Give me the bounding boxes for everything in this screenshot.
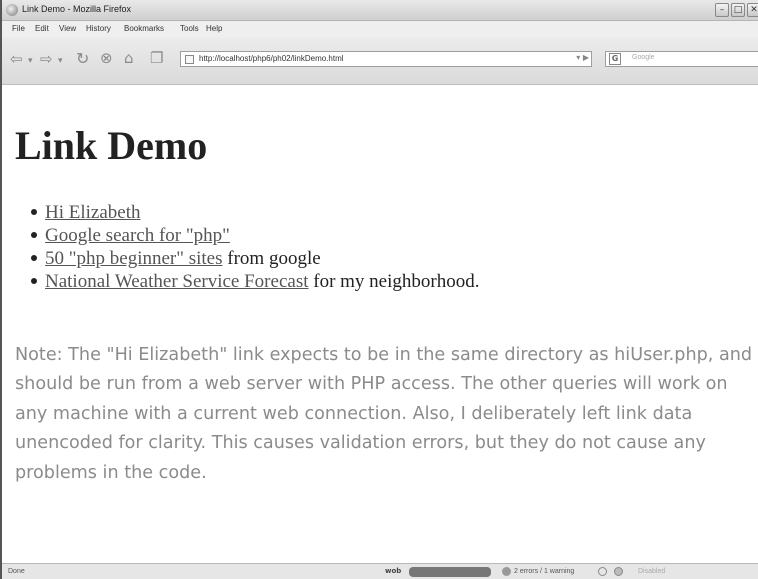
back-icon[interactable]: ⇦ bbox=[10, 52, 23, 67]
link-php-beginner-sites[interactable]: 50 "php beginner" sites bbox=[45, 248, 223, 269]
menu-file[interactable]: File bbox=[12, 24, 25, 33]
menu-help[interactable]: Help bbox=[206, 24, 222, 33]
title-bar: Link Demo - Mozilla Firefox – □ ✕ bbox=[2, 0, 758, 21]
maximize-button[interactable]: □ bbox=[731, 3, 745, 17]
url-text[interactable]: http://localhost/php6/ph02/linkDemo.html bbox=[199, 54, 344, 63]
stop-icon[interactable]: ⊗ bbox=[100, 51, 113, 66]
bullet-icon bbox=[31, 209, 37, 215]
search-engine-icon[interactable]: G bbox=[609, 53, 621, 65]
forward-icon[interactable]: ⇨ bbox=[40, 52, 53, 67]
link-weather-forecast[interactable]: National Weather Service Forecast bbox=[45, 271, 309, 292]
list-item-suffix: from google bbox=[222, 248, 321, 269]
bullet-icon bbox=[31, 255, 37, 261]
menu-view[interactable]: View bbox=[59, 24, 76, 33]
bullet-icon bbox=[31, 232, 37, 238]
list-item-suffix: for my neighborhood. bbox=[308, 271, 480, 292]
webdev-indicator bbox=[409, 567, 491, 577]
go-icon[interactable]: ▾ ▶ bbox=[563, 53, 589, 65]
link-hi-elizabeth[interactable]: Hi Elizabeth bbox=[45, 202, 141, 223]
bullet-icon bbox=[31, 278, 37, 284]
disabled-label: Disabled bbox=[638, 568, 666, 575]
navigation-toolbar: ⇦ ▾ ⇨ ▾ ↻ ⊗ ⌂ ❐ http://localhost/php6/ph… bbox=[2, 37, 758, 85]
list-item: National Weather Service Forecast for my… bbox=[29, 270, 479, 293]
status-text: Done bbox=[8, 568, 25, 575]
back-dropdown-icon[interactable]: ▾ bbox=[28, 54, 33, 69]
forward-dropdown-icon[interactable]: ▾ bbox=[58, 54, 63, 69]
menu-edit[interactable]: Edit bbox=[35, 24, 49, 33]
bookmark-icon[interactable]: ❐ bbox=[150, 51, 163, 66]
list-item: Google search for "php" bbox=[29, 224, 479, 247]
gear-icon[interactable] bbox=[614, 567, 623, 576]
menu-bookmarks[interactable]: Bookmarks bbox=[124, 24, 164, 33]
page-content: Link Demo Hi Elizabeth Google search for… bbox=[2, 86, 758, 563]
firefox-icon bbox=[6, 4, 18, 16]
error-icon[interactable] bbox=[502, 567, 511, 576]
reload-icon[interactable]: ↻ bbox=[76, 51, 89, 67]
webdev-label: wob bbox=[385, 567, 402, 575]
status-bar: Done wob 2 errors / 1 warning Disabled bbox=[2, 563, 758, 579]
close-button[interactable]: ✕ bbox=[747, 3, 758, 17]
window-title: Link Demo - Mozilla Firefox bbox=[22, 4, 132, 14]
home-icon[interactable]: ⌂ bbox=[124, 51, 134, 66]
address-bar[interactable]: http://localhost/php6/ph02/linkDemo.html… bbox=[180, 51, 592, 67]
list-item: Hi Elizabeth bbox=[29, 201, 479, 224]
note-paragraph: Note: The "Hi Elizabeth" link expects to… bbox=[15, 345, 753, 483]
search-placeholder: Google bbox=[632, 54, 655, 61]
link-list: Hi Elizabeth Google search for "php" 50 … bbox=[29, 201, 479, 293]
minimize-button[interactable]: – bbox=[715, 3, 729, 17]
error-count[interactable]: 2 errors / 1 warning bbox=[514, 568, 574, 575]
list-item: 50 "php beginner" sites from google bbox=[29, 247, 479, 270]
menu-bar: File Edit View History Bookmarks Tools H… bbox=[2, 21, 758, 37]
web-developer-toolbar[interactable]: wob bbox=[385, 567, 493, 577]
menu-history[interactable]: History bbox=[86, 24, 111, 33]
menu-tools[interactable]: Tools bbox=[180, 24, 199, 33]
page-icon bbox=[185, 55, 194, 64]
browser-window: Link Demo - Mozilla Firefox – □ ✕ File E… bbox=[0, 0, 758, 579]
search-box[interactable]: G Google bbox=[605, 51, 758, 67]
status-icon-circle[interactable] bbox=[598, 567, 607, 576]
page-heading: Link Demo bbox=[15, 123, 208, 168]
link-google-search[interactable]: Google search for "php" bbox=[45, 225, 230, 246]
